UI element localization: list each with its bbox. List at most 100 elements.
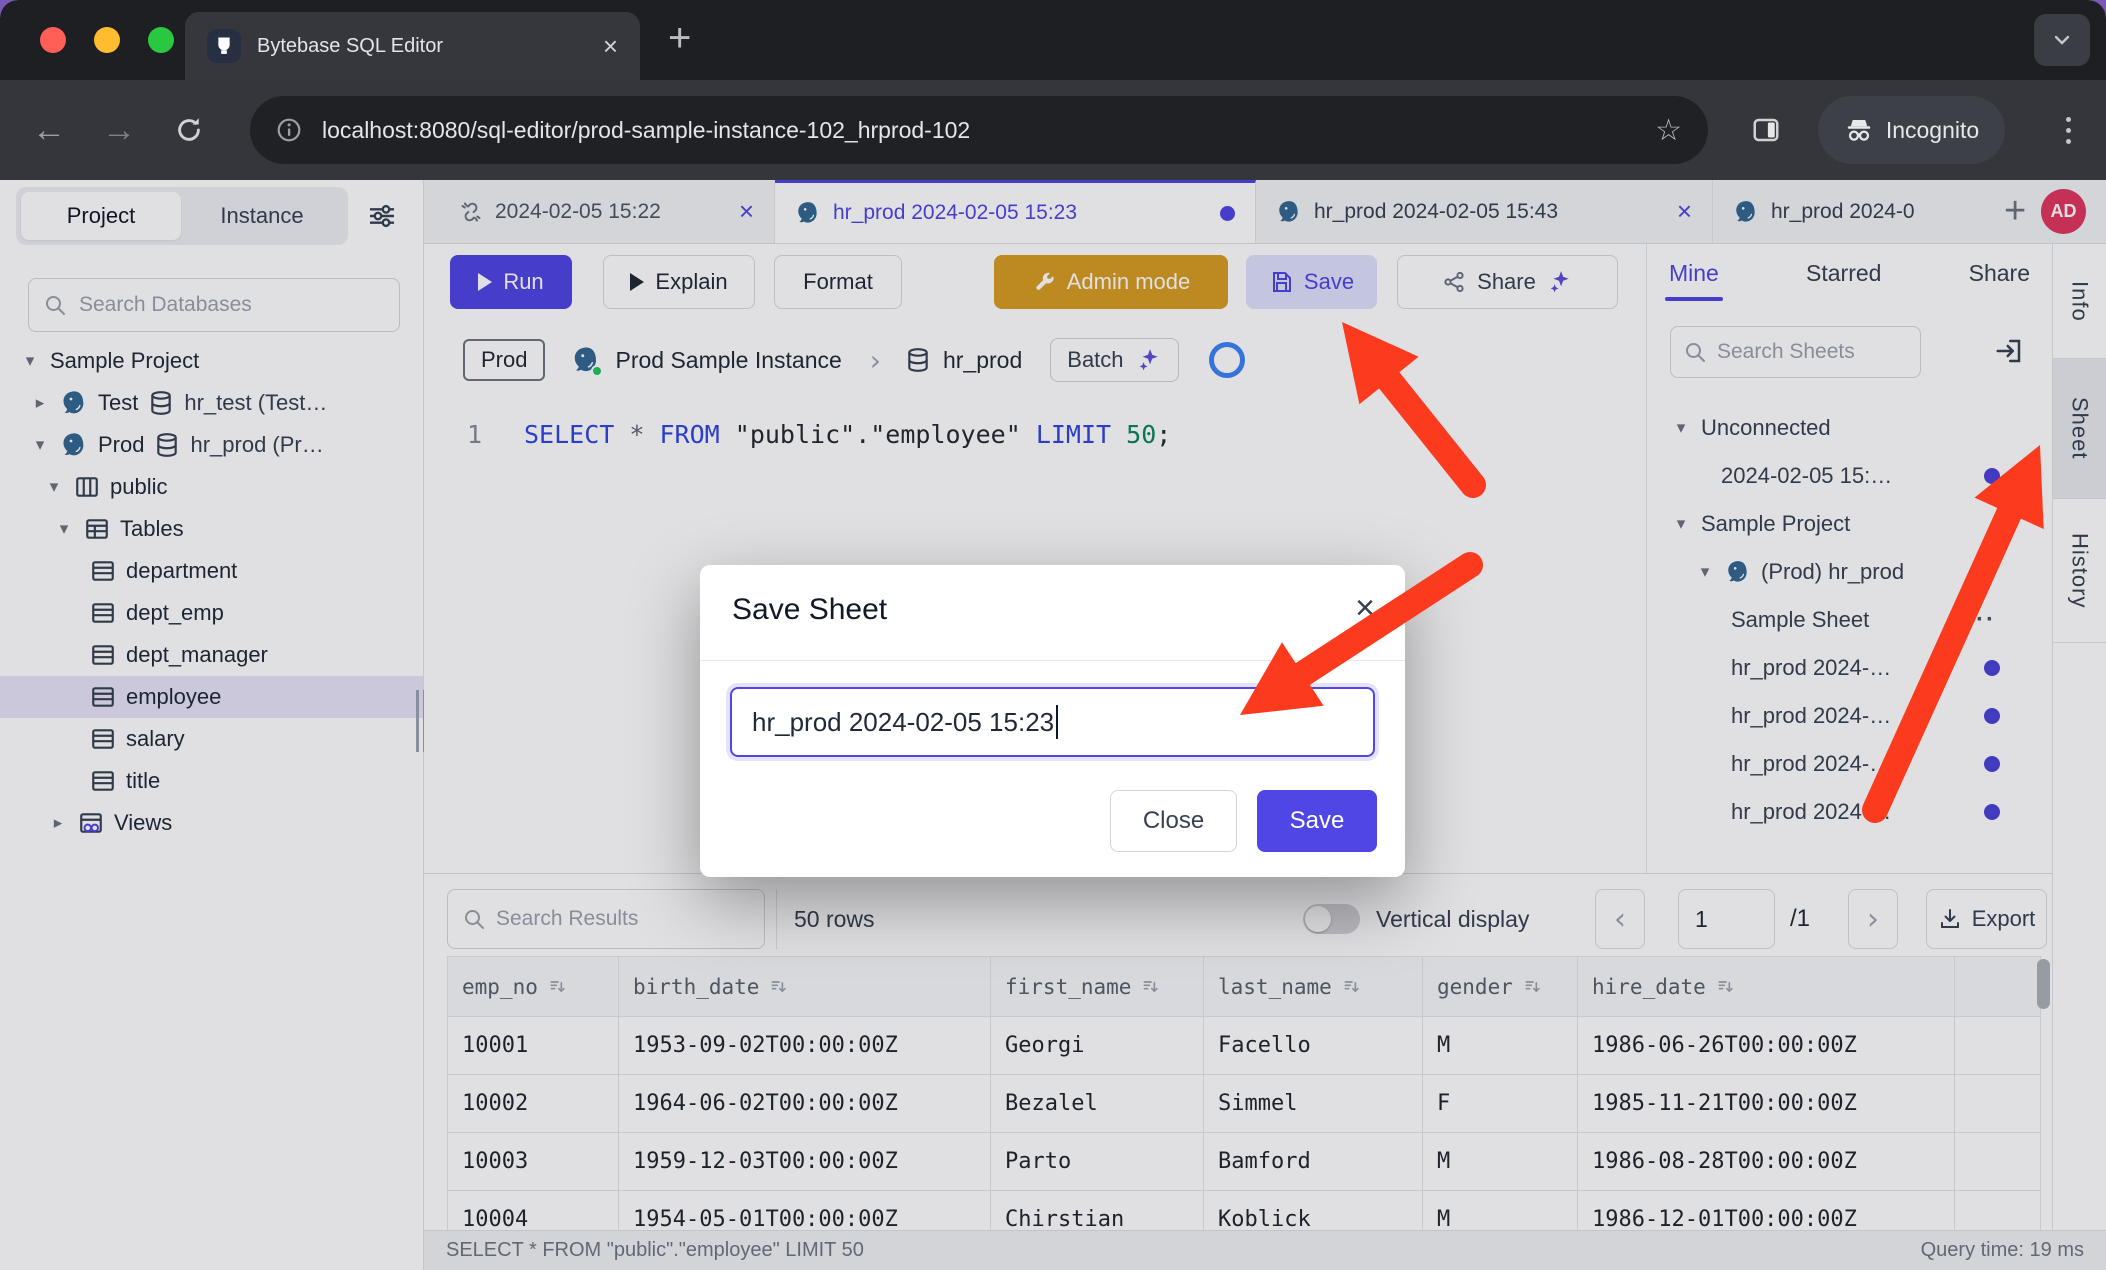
previous-page-button[interactable]: ‹ (1595, 889, 1645, 949)
site-info-icon[interactable] (276, 117, 302, 143)
sheet-item-sample-sheet[interactable]: Sample Sheet ··· (1647, 596, 2052, 644)
cell[interactable]: Facello (1204, 1017, 1423, 1075)
tree-item-table-salary[interactable]: salary (0, 718, 423, 760)
reload-button[interactable] (166, 80, 212, 180)
caret-down-icon[interactable]: ▾ (30, 435, 50, 455)
cell[interactable]: 10002 (448, 1075, 619, 1133)
export-button[interactable]: Export (1926, 889, 2047, 949)
page-number-input[interactable]: 1 (1678, 889, 1775, 949)
side-panel-button[interactable] (1738, 80, 1794, 180)
caret-down-icon[interactable]: ▾ (1671, 418, 1691, 438)
column-header[interactable]: first_name (991, 957, 1204, 1017)
column-header[interactable]: hire_date (1578, 957, 1955, 1017)
minimize-window-button[interactable] (94, 27, 120, 53)
cell[interactable]: 1954-05-01T00:00:00Z (619, 1191, 991, 1231)
table-row[interactable]: 100021964-06-02T00:00:00ZBezalelSimmelF1… (448, 1075, 2041, 1133)
results-search[interactable] (447, 889, 765, 949)
dialog-close-button[interactable]: Close (1110, 790, 1237, 852)
explain-button[interactable]: Explain (603, 255, 755, 309)
caret-right-icon[interactable]: ▸ (48, 813, 68, 833)
sheet-group-database[interactable]: ▾ (Prod) hr_prod (1647, 548, 2052, 596)
sheet-tab-3[interactable]: hr_prod 2024-02-05 15:43 × (1256, 180, 1713, 243)
forward-button[interactable]: → (96, 80, 142, 180)
database-search[interactable] (28, 278, 400, 332)
table-row[interactable]: 100041954-05-01T00:00:00ZChirstianKoblic… (448, 1191, 2041, 1231)
tab-sheet-active[interactable]: Sheet (2053, 359, 2106, 499)
dialog-save-button[interactable]: Save (1257, 790, 1377, 852)
tab-search-button[interactable] (2034, 14, 2090, 66)
close-sheet-tab-icon[interactable]: × (1677, 196, 1692, 227)
vertical-display-toggle[interactable] (1303, 904, 1360, 934)
sheet-tab-2-active[interactable]: hr_prod 2024-02-05 15:23 (775, 180, 1256, 243)
sheet-item-hr-1[interactable]: hr_prod 2024-… (1647, 644, 2052, 692)
tab-instance[interactable]: Instance (181, 203, 343, 229)
cell[interactable]: 1986-08-28T00:00:00Z (1578, 1133, 1955, 1191)
cell[interactable]: F (1423, 1075, 1578, 1133)
tree-item-schema-public[interactable]: ▾ public (0, 466, 423, 508)
results-scrollbar[interactable] (2037, 959, 2050, 1009)
dialog-close-icon[interactable]: × (1355, 589, 1375, 628)
maximize-window-button[interactable] (148, 27, 174, 53)
cell[interactable]: 1985-11-21T00:00:00Z (1578, 1075, 1955, 1133)
tree-item-table-dept-emp[interactable]: dept_emp (0, 592, 423, 634)
import-sheet-button[interactable] (1994, 336, 2024, 366)
cell[interactable]: Simmel (1204, 1075, 1423, 1133)
close-window-button[interactable] (40, 27, 66, 53)
cell[interactable]: 10004 (448, 1191, 619, 1231)
sort-icon[interactable] (1716, 977, 1736, 997)
tree-item-table-dept-manager[interactable]: dept_manager (0, 634, 423, 676)
tab-project[interactable]: Project (21, 192, 181, 240)
database-name[interactable]: hr_prod (943, 347, 1022, 374)
sort-icon[interactable] (1342, 977, 1362, 997)
cell[interactable]: 10001 (448, 1017, 619, 1075)
sheet-search[interactable] (1670, 326, 1921, 378)
tree-item-sample-project[interactable]: ▾ Sample Project (0, 340, 423, 382)
cell[interactable]: Parto (991, 1133, 1204, 1191)
browser-menu-button[interactable] (2048, 80, 2088, 180)
column-header[interactable]: last_name (1204, 957, 1423, 1017)
sheet-item-menu-icon[interactable]: ··· (1966, 606, 1996, 634)
sheet-tab-4[interactable]: hr_prod 2024-0 (1713, 180, 1992, 243)
batch-button[interactable]: Batch (1050, 338, 1178, 382)
sql-code-area[interactable]: 1 SELECT * FROM "public"."employee" LIMI… (424, 400, 1646, 449)
sort-icon[interactable] (548, 977, 568, 997)
table-row[interactable]: 100031959-12-03T00:00:00ZPartoBamfordM19… (448, 1133, 2041, 1191)
tab-info[interactable]: Info (2053, 244, 2106, 359)
sheet-item-unconnected[interactable]: 2024-02-05 15:… (1647, 452, 2052, 500)
bookmark-star-icon[interactable]: ☆ (1655, 113, 1682, 148)
close-tab-icon[interactable]: × (603, 31, 618, 62)
cell[interactable]: M (1423, 1191, 1578, 1231)
share-button[interactable]: Share (1397, 255, 1618, 309)
column-header[interactable]: birth_date (619, 957, 991, 1017)
sheet-item-hr-2[interactable]: hr_prod 2024-… (1647, 692, 2052, 740)
user-avatar[interactable]: AD (2041, 189, 2086, 234)
sheet-group-sample-project[interactable]: ▾ Sample Project (1647, 500, 2052, 548)
sheet-group-unconnected[interactable]: ▾ Unconnected (1647, 404, 2052, 452)
tab-mine[interactable]: Mine (1669, 260, 1719, 287)
tree-item-hr-test[interactable]: ▸ Test hr_test (Test… (0, 382, 423, 424)
format-button[interactable]: Format (774, 255, 902, 309)
caret-down-icon[interactable]: ▾ (44, 477, 64, 497)
new-sheet-tab-button[interactable]: + (2004, 190, 2026, 233)
cell[interactable]: Georgi (991, 1017, 1204, 1075)
tree-item-views-group[interactable]: ▸ Views (0, 802, 423, 844)
browser-tab[interactable]: Bytebase SQL Editor × (185, 12, 640, 80)
cell[interactable]: Koblick (1204, 1191, 1423, 1231)
tree-item-table-employee-selected[interactable]: employee (0, 676, 423, 718)
cell[interactable]: Chirstian (991, 1191, 1204, 1231)
caret-down-icon[interactable]: ▾ (20, 351, 40, 371)
filter-settings-button[interactable] (365, 200, 399, 232)
new-tab-button[interactable]: + (668, 16, 691, 61)
tab-history[interactable]: History (2053, 499, 2106, 643)
save-sheet-button[interactable]: Save (1246, 255, 1377, 309)
cell[interactable]: 1986-06-26T00:00:00Z (1578, 1017, 1955, 1075)
results-search-input[interactable] (496, 907, 750, 931)
tab-share[interactable]: Share (1969, 260, 2030, 287)
caret-right-icon[interactable]: ▸ (30, 393, 50, 413)
back-button[interactable]: ← (26, 80, 72, 180)
instance-name[interactable]: Prod Sample Instance (615, 347, 841, 374)
tab-starred[interactable]: Starred (1806, 260, 1881, 287)
database-search-input[interactable] (79, 293, 385, 317)
sheet-search-input[interactable] (1717, 340, 1908, 364)
sheet-item-hr-3[interactable]: hr_prod 2024-… (1647, 740, 2052, 788)
